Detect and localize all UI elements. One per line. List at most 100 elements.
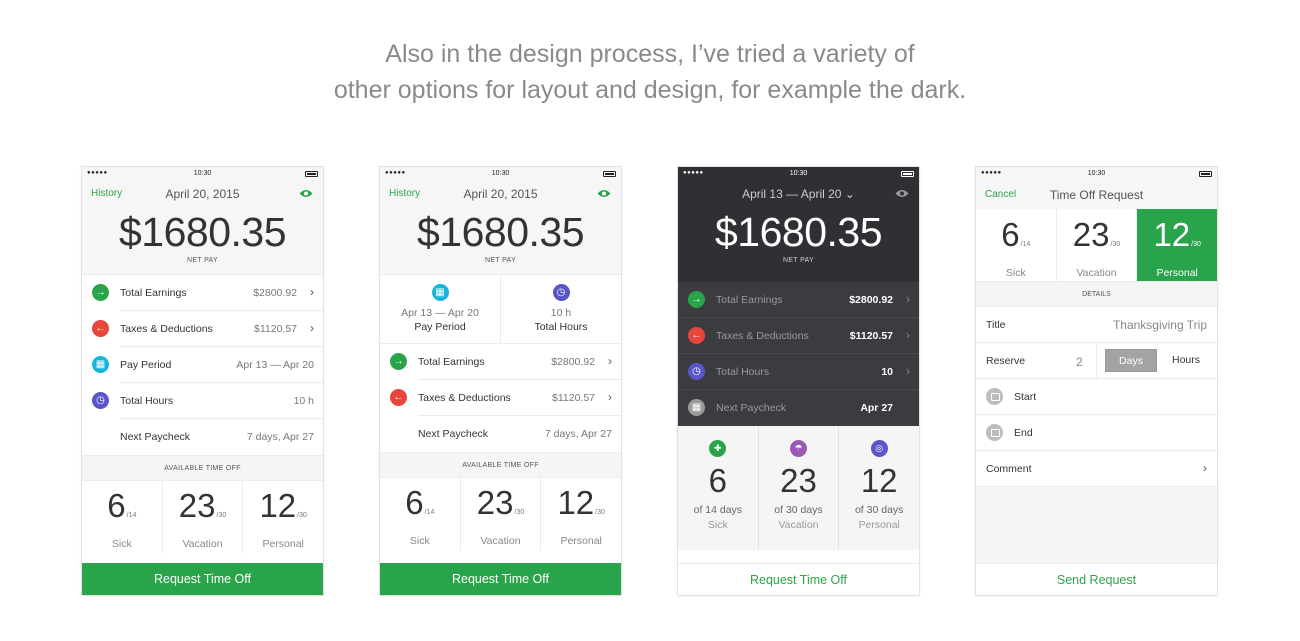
hours-segment[interactable]: Hours	[1161, 349, 1211, 372]
reserve-field: Reserve 2 Days Hours	[976, 343, 1217, 379]
personal-tile[interactable]: 12/30 Personal	[243, 481, 323, 553]
sick-option[interactable]: 6/14 Sick	[976, 209, 1057, 281]
send-request-button[interactable]: Send Request	[976, 563, 1217, 595]
page-title: April 20, 2015	[165, 187, 240, 201]
next-paycheck-row: ▦ Next Paycheck Apr 27	[678, 390, 919, 426]
tile-label: Personal	[1156, 267, 1198, 279]
period-title: April 13 — April 20	[742, 187, 842, 201]
tile-number: 12	[259, 487, 297, 524]
calendar-icon: ▦	[431, 284, 449, 301]
net-pay-label: NET PAY	[187, 257, 218, 264]
start-date-field[interactable]: Start	[976, 379, 1217, 415]
chevron-right-icon: ›	[310, 321, 314, 335]
title-value[interactable]: Thanksgiving Trip	[1113, 318, 1207, 332]
arrow-right-icon: →	[92, 284, 109, 301]
total-earnings-row[interactable]: → Total Earnings $2800.92 ›	[82, 275, 323, 311]
tile-number: 6	[107, 487, 126, 524]
vacation-option[interactable]: 23/30 Vacation	[1057, 209, 1138, 281]
request-time-off-button[interactable]: Request Time Off	[380, 563, 621, 595]
net-pay-label: NET PAY	[485, 257, 516, 264]
phone-light-split: ●●●●● 10:30 History April 20, 2015 $1680…	[380, 167, 621, 595]
chevron-right-icon: ›	[608, 390, 612, 404]
net-pay-amount: $1680.35	[416, 209, 585, 255]
time-off-tiles: ✚ 6 of 14 days Sick ☂ 23 of 30 days Vaca…	[678, 426, 919, 550]
headline: Also in the design process, I’ve tried a…	[0, 36, 1300, 108]
vacation-tile[interactable]: 23/30 Vacation	[461, 478, 542, 550]
personal-option-selected[interactable]: 12/30 Personal	[1137, 209, 1217, 281]
tile-label: Sick	[111, 538, 132, 550]
row-value: $1120.57	[253, 323, 297, 335]
row-label: Taxes & Deductions	[716, 330, 809, 342]
sick-tile[interactable]: ✚ 6 of 14 days Sick	[678, 426, 759, 550]
reserve-value[interactable]: 2	[1076, 355, 1083, 369]
total-earnings-row[interactable]: → Total Earnings $2800.92 ›	[678, 282, 919, 318]
tile-total: /30	[514, 509, 525, 516]
tile-label: Personal	[560, 535, 602, 547]
title-field[interactable]: Title Thanksgiving Trip	[976, 307, 1217, 343]
request-time-off-button[interactable]: Request Time Off	[82, 563, 323, 595]
cell-value: Apr 13 — Apr 20	[401, 307, 479, 319]
personal-tile[interactable]: 12/30 Personal	[541, 478, 621, 550]
taxes-deductions-row[interactable]: ← Taxes & Deductions $1120.57 ›	[380, 380, 621, 416]
tile-number: 6	[1001, 216, 1020, 253]
phone-dark: ●●●●● 10:30 April 13 — April 20 ⌄ $1680.…	[678, 167, 919, 595]
battery-icon	[603, 171, 616, 177]
end-date-field[interactable]: End	[976, 415, 1217, 451]
phone-time-off-request: ●●●●● 10:30 Cancel Time Off Request 6/14…	[976, 167, 1217, 595]
row-value: Apr 27	[860, 402, 893, 414]
eye-icon[interactable]	[597, 189, 611, 198]
field-label: Comment	[986, 463, 1032, 475]
taxes-deductions-row[interactable]: ← Taxes & Deductions $1120.57 ›	[82, 311, 323, 347]
total-earnings-row[interactable]: → Total Earnings $2800.92 ›	[380, 344, 621, 380]
time-off-type-selector: 6/14 Sick 23/30 Vacation 12/30 Personal	[976, 209, 1217, 281]
taxes-deductions-row[interactable]: ← Taxes & Deductions $1120.57 ›	[678, 318, 919, 354]
tile-number: 6	[708, 462, 728, 499]
chevron-right-icon: ›	[906, 292, 910, 306]
tile-number: 6	[405, 484, 424, 521]
row-label: Next Paycheck	[120, 431, 191, 443]
status-bar: ●●●●● 10:30	[678, 167, 919, 181]
available-time-off-header: AVAILABLE TIME OFF	[82, 455, 323, 481]
vacation-tile[interactable]: 23/30 Vacation	[163, 481, 244, 553]
period-dropdown[interactable]: April 13 — April 20 ⌄	[678, 187, 919, 201]
tile-total: /30	[595, 509, 605, 516]
status-bar: ●●●●● 10:30	[976, 167, 1217, 181]
tile-label: Sick	[409, 535, 430, 547]
tile-number: 23	[476, 484, 514, 521]
row-label: Total Hours	[716, 366, 770, 378]
cell-label: Total Hours	[534, 321, 588, 333]
umbrella-icon: ☂	[790, 440, 807, 457]
tile-total: /30	[1110, 241, 1121, 248]
status-bar: ●●●●● 10:30	[380, 167, 621, 181]
row-value: $1120.57	[849, 330, 893, 342]
row-label: Next Paycheck	[716, 402, 787, 414]
tile-total: of 30 days	[774, 504, 823, 516]
sick-tile[interactable]: 6/14 Sick	[82, 481, 163, 553]
vacation-tile[interactable]: ☂ 23 of 30 days Vacation	[759, 426, 840, 550]
tile-total: /14	[1020, 241, 1031, 248]
row-value: Apr 13 — Apr 20	[236, 359, 314, 371]
tile-total: /30	[1191, 241, 1201, 248]
calendar-icon	[986, 424, 1003, 441]
chevron-right-icon: ›	[1203, 461, 1207, 475]
field-label: Reserve	[986, 355, 1026, 367]
binoculars-icon: ◎	[870, 440, 888, 457]
clock-icon: ◷	[92, 392, 109, 409]
chevron-right-icon: ›	[310, 285, 314, 299]
total-hours-row[interactable]: ◷ Total Hours 10 ›	[678, 354, 919, 390]
personal-tile[interactable]: ◎ 12 of 30 days Personal	[839, 426, 919, 550]
eye-icon[interactable]	[895, 189, 909, 198]
next-paycheck-row: Next Paycheck 7 days, Apr 27	[380, 416, 621, 452]
field-label: End	[1014, 427, 1033, 439]
eye-icon[interactable]	[299, 189, 313, 198]
sick-tile[interactable]: 6/14 Sick	[380, 478, 461, 550]
row-value: $2800.92	[551, 356, 595, 368]
row-value: 7 days, Apr 27	[246, 431, 314, 443]
field-label: Start	[1014, 391, 1037, 403]
status-time: 10:30	[1087, 170, 1106, 177]
days-segment[interactable]: Days	[1105, 349, 1157, 372]
chevron-down-icon: ⌄	[844, 187, 855, 201]
headline-line-1: Also in the design process, I’ve tried a…	[385, 40, 915, 68]
request-time-off-button[interactable]: Request Time Off	[678, 563, 919, 595]
comment-field[interactable]: Comment ›	[976, 451, 1217, 487]
